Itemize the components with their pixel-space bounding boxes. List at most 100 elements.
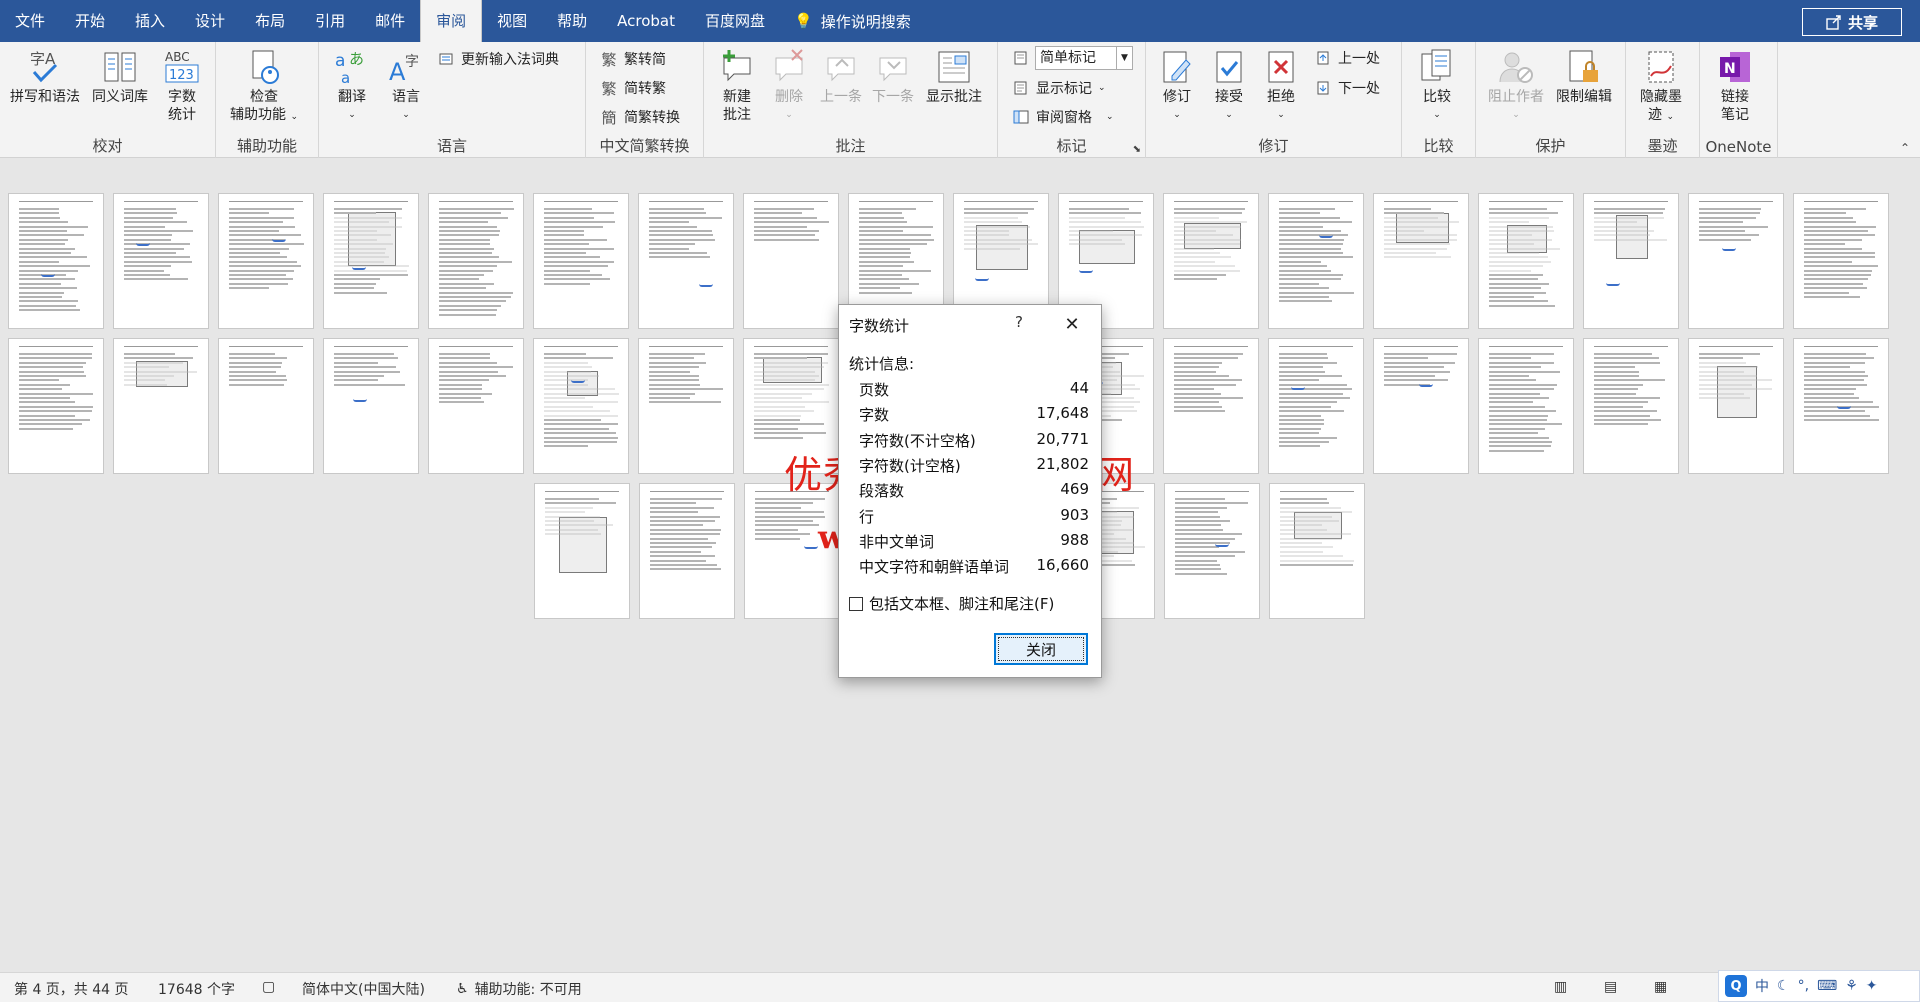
show-markup-button[interactable]: 显示标记 ⌄: [1012, 76, 1106, 100]
keyboard-icon[interactable]: ⌨: [1817, 978, 1837, 994]
accept-button[interactable]: 接受 ⌄: [1210, 48, 1248, 124]
page-thumbnail[interactable]: [8, 338, 104, 474]
page-thumbnail[interactable]: [218, 193, 314, 329]
share-button[interactable]: 共享: [1802, 8, 1902, 36]
page-thumbnail[interactable]: [1163, 193, 1259, 329]
print-layout-view[interactable]: ▤: [1604, 979, 1617, 995]
page-thumbnail[interactable]: [1478, 193, 1574, 329]
restrict-editing-button[interactable]: 限制编辑: [1556, 48, 1612, 106]
page-thumbnail[interactable]: [744, 483, 840, 619]
delete-comment-button[interactable]: 删除 ⌄: [770, 48, 808, 124]
tab-7[interactable]: 审阅: [420, 0, 483, 43]
page-thumbnail[interactable]: [113, 338, 209, 474]
tab-8[interactable]: 视图: [482, 0, 542, 42]
new-comment-button[interactable]: 新建 批注: [718, 48, 756, 124]
page-thumbnail[interactable]: [218, 338, 314, 474]
page-thumbnail[interactable]: [743, 338, 839, 474]
help-icon[interactable]: ?: [1009, 313, 1029, 331]
thesaurus-button[interactable]: 同义词库: [92, 48, 148, 106]
page-thumbnail[interactable]: [743, 193, 839, 329]
fullwidth-icon[interactable]: ⚘: [1845, 978, 1858, 994]
tab-5[interactable]: 引用: [300, 0, 360, 42]
markup-mode-select[interactable]: [1012, 46, 1030, 70]
tab-1[interactable]: 开始: [60, 0, 120, 42]
punctuation-icon[interactable]: °,: [1798, 978, 1809, 994]
moon-icon[interactable]: ☾: [1777, 978, 1790, 994]
next-comment-button[interactable]: 下一条: [872, 48, 914, 106]
tab-2[interactable]: 插入: [120, 0, 180, 42]
translate-button[interactable]: aあa 翻译 ⌄: [333, 48, 371, 124]
close-button[interactable]: 关闭: [994, 633, 1088, 665]
word-count-button[interactable]: ABC 123 字数 统计: [163, 48, 201, 124]
show-comments-button[interactable]: 显示批注: [926, 48, 982, 106]
accessibility-indicator[interactable]: ♿ 辅助功能: 不可用: [456, 979, 582, 999]
page-thumbnail[interactable]: [1164, 483, 1260, 619]
tell-me-search[interactable]: 💡 操作说明搜索: [780, 0, 925, 42]
language-button[interactable]: A字 语言 ⌄: [387, 48, 425, 124]
block-authors-button[interactable]: 阻止作者 ⌄: [1488, 48, 1544, 124]
page-thumbnail[interactable]: [533, 193, 629, 329]
page-thumbnail[interactable]: [323, 193, 419, 329]
settings-icon[interactable]: ✦: [1866, 978, 1878, 994]
reviewing-pane-button[interactable]: 审阅窗格 ⌄: [1012, 105, 1114, 129]
page-thumbnail[interactable]: [1793, 338, 1889, 474]
page-thumbnail[interactable]: [1688, 338, 1784, 474]
page-thumbnail[interactable]: [1373, 193, 1469, 329]
page-thumbnail[interactable]: [113, 193, 209, 329]
page-thumbnail[interactable]: [638, 338, 734, 474]
update-ime-dictionary-button[interactable]: 更新输入法词典: [437, 47, 559, 71]
page-thumbnail[interactable]: [428, 338, 524, 474]
convert-button[interactable]: 簡 简繁转换: [600, 105, 680, 129]
simp-to-trad-button[interactable]: 繁 简转繁: [600, 76, 666, 100]
hide-ink-button[interactable]: 隐藏墨 迹 ⌄: [1640, 48, 1682, 126]
track-changes-button[interactable]: 修订 ⌄: [1158, 48, 1196, 124]
page-thumbnail[interactable]: [1793, 193, 1889, 329]
ime-logo-icon[interactable]: Q: [1725, 975, 1747, 997]
tab-3[interactable]: 设计: [180, 0, 240, 42]
web-layout-view[interactable]: ▦: [1654, 979, 1667, 995]
compare-button[interactable]: 比较 ⌄: [1418, 48, 1456, 124]
language-indicator[interactable]: 简体中文(中国大陆): [302, 979, 425, 999]
tab-11[interactable]: 百度网盘: [690, 0, 780, 42]
page-thumbnail[interactable]: [1268, 193, 1364, 329]
tab-4[interactable]: 布局: [240, 0, 300, 42]
checkbox-box[interactable]: [849, 596, 863, 611]
trad-to-simp-button[interactable]: 繁 繁转简: [600, 47, 666, 71]
spelling-grammar-button[interactable]: 字A 拼写和语法: [10, 48, 80, 106]
page-thumbnail[interactable]: [1163, 338, 1259, 474]
ime-mode[interactable]: 中: [1755, 976, 1769, 996]
page-thumbnail[interactable]: [1583, 338, 1679, 474]
page-thumbnail[interactable]: [428, 193, 524, 329]
previous-comment-button[interactable]: 上一条: [820, 48, 862, 106]
tab-0[interactable]: 文件: [0, 0, 60, 42]
next-change-button[interactable]: 下一处: [1314, 76, 1380, 100]
include-textboxes-checkbox[interactable]: 包括文本框、脚注和尾注(F): [849, 593, 1054, 614]
page-thumbnail[interactable]: [8, 193, 104, 329]
tab-10[interactable]: Acrobat: [602, 0, 690, 42]
linked-notes-button[interactable]: N 链接 笔记: [1716, 48, 1754, 124]
page-thumbnail[interactable]: [1268, 338, 1364, 474]
collapse-ribbon-icon[interactable]: ⌃: [1900, 141, 1910, 155]
page-thumbnail[interactable]: [1269, 483, 1365, 619]
markup-combo[interactable]: 简单标记 ▼: [1035, 46, 1133, 70]
check-accessibility-button[interactable]: 检查 辅助功能 ⌄: [230, 48, 298, 126]
close-icon[interactable]: ✕: [1061, 313, 1083, 335]
page-thumbnail[interactable]: [1478, 338, 1574, 474]
reject-button[interactable]: 拒绝 ⌄: [1262, 48, 1300, 124]
page-thumbnail[interactable]: [1688, 193, 1784, 329]
page-thumbnail[interactable]: [323, 338, 419, 474]
page-thumbnail[interactable]: [533, 338, 629, 474]
previous-change-button[interactable]: 上一处: [1314, 46, 1380, 70]
tab-9[interactable]: 帮助: [542, 0, 602, 42]
page-thumbnail[interactable]: [639, 483, 735, 619]
page-thumbnail[interactable]: [534, 483, 630, 619]
page-thumbnail[interactable]: [1373, 338, 1469, 474]
tab-6[interactable]: 邮件: [360, 0, 420, 42]
dialog-launcher-icon[interactable]: ⬊: [1133, 144, 1141, 155]
read-mode-view[interactable]: ▥: [1554, 979, 1567, 995]
word-count-indicator[interactable]: 17648 个字: [158, 979, 235, 999]
proofing-status[interactable]: ▢: [262, 979, 275, 995]
page-thumbnail[interactable]: [638, 193, 734, 329]
page-thumbnail[interactable]: [1583, 193, 1679, 329]
page-indicator[interactable]: 第 4 页，共 44 页: [14, 979, 129, 999]
